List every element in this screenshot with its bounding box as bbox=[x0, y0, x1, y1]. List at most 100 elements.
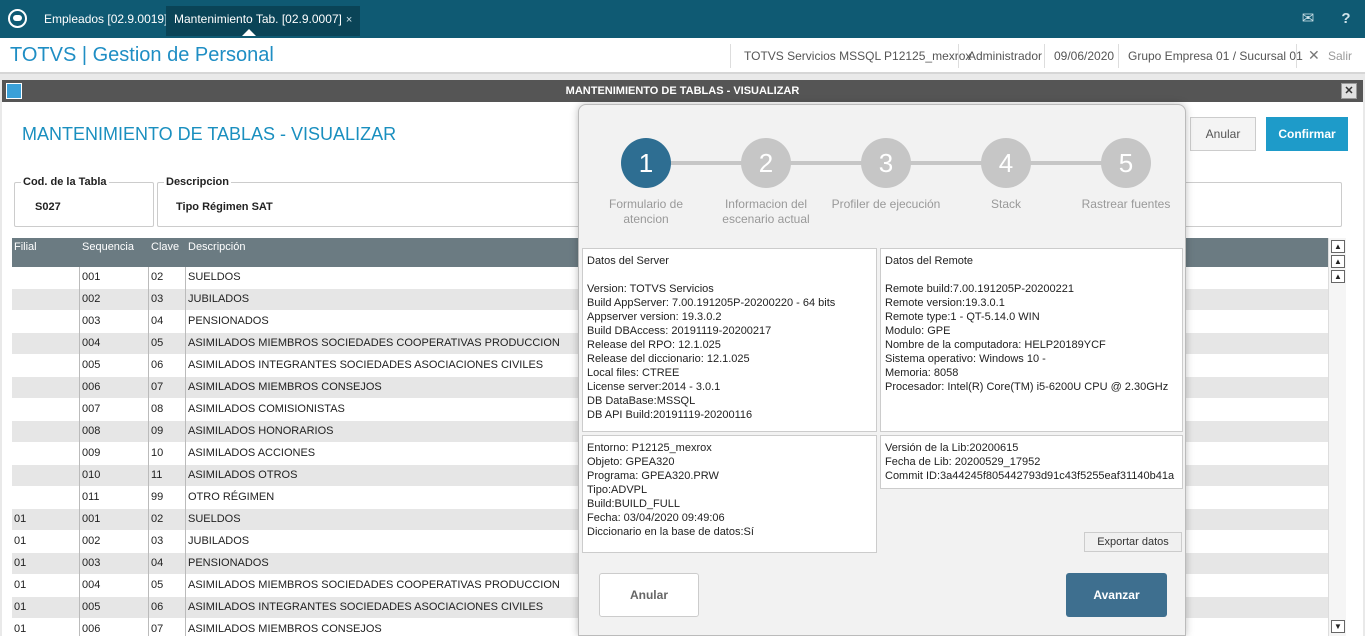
column-divider bbox=[148, 575, 149, 597]
column-divider bbox=[79, 289, 80, 311]
column-divider bbox=[185, 333, 186, 355]
column-divider bbox=[148, 311, 149, 333]
cell-clave: 11 bbox=[151, 469, 163, 481]
scroll-top-icon[interactable]: ▲ bbox=[1331, 240, 1345, 253]
step-4-circle[interactable]: 4 bbox=[981, 138, 1031, 188]
step-2-label: Informacion del escenario actual bbox=[722, 197, 810, 226]
totvs-logo-icon[interactable] bbox=[8, 9, 27, 28]
exportar-datos-button[interactable]: Exportar datos bbox=[1084, 532, 1182, 552]
column-divider bbox=[79, 597, 80, 619]
column-divider bbox=[185, 597, 186, 619]
help-icon[interactable]: ? bbox=[1336, 9, 1356, 29]
remote-info-line: Nombre de la computadora: HELP20189YCF bbox=[885, 339, 1106, 351]
cell-descripcion: ASIMILADOS MIEMBROS SOCIEDADES COOPERATI… bbox=[188, 337, 560, 349]
column-divider bbox=[79, 619, 80, 636]
cell-clave: 07 bbox=[151, 381, 164, 393]
cell-sequencia: 004 bbox=[82, 337, 101, 349]
anular-button[interactable]: Anular bbox=[1190, 117, 1256, 151]
cell-clave: 08 bbox=[151, 403, 164, 415]
step-3-circle[interactable]: 3 bbox=[861, 138, 911, 188]
remote-info-line: Modulo: GPE bbox=[885, 325, 951, 337]
window-title: MANTENIMIENTO DE TABLAS - VISUALIZAR bbox=[565, 85, 800, 97]
column-divider bbox=[79, 443, 80, 465]
column-divider bbox=[148, 619, 149, 636]
column-header-descripcion[interactable]: Descripción bbox=[188, 241, 245, 253]
cell-clave: 10 bbox=[151, 447, 164, 459]
cell-sequencia: 007 bbox=[82, 403, 101, 415]
column-header-clave[interactable]: Clave bbox=[151, 241, 179, 253]
server-info-line: Build AppServer: 7.00.191205P-20200220 -… bbox=[587, 297, 836, 309]
descripcion-label: Descripcion bbox=[164, 176, 231, 188]
server-info-line: DB API Build:20191119-20200116 bbox=[587, 409, 753, 421]
column-divider bbox=[79, 531, 80, 553]
column-divider bbox=[79, 399, 80, 421]
remote-data-title: Datos del Remote bbox=[885, 255, 974, 267]
column-divider bbox=[148, 421, 149, 443]
app-brand: TOTVS | Gestion de Personal bbox=[10, 44, 274, 66]
column-divider bbox=[79, 465, 80, 487]
lib-info-line: Fecha de Lib: 20200529_17952 bbox=[885, 456, 1041, 468]
environment-info-line: Fecha: 03/04/2020 09:49:06 bbox=[587, 512, 725, 524]
cell-descripcion: PENSIONADOS bbox=[188, 315, 269, 327]
window-title-bar: MANTENIMIENTO DE TABLAS - VISUALIZAR ✕ bbox=[2, 80, 1363, 102]
environment-panel: Entorno: P12125_mexrox Objeto: GPEA320 Pro… bbox=[582, 435, 877, 553]
environment-label: TOTVS Servicios MSSQL P12125_mexrox bbox=[744, 49, 972, 63]
cell-sequencia: 005 bbox=[82, 359, 101, 371]
cell-clave: 05 bbox=[151, 337, 164, 349]
column-header-filial[interactable]: Filial bbox=[14, 241, 37, 253]
cell-filial: 01 bbox=[14, 535, 27, 547]
remote-info-line: Remote type:1 - QT-5.14.0 WIN bbox=[885, 311, 1040, 323]
tab-label: Mantenimiento Tab. [02.9.0007] bbox=[174, 12, 342, 26]
lib-lines: Versión de la Lib:20200615 Fecha de Lib: … bbox=[885, 441, 1178, 483]
cell-sequencia: 010 bbox=[82, 469, 101, 481]
column-header-sequencia[interactable]: Sequencia bbox=[82, 241, 134, 253]
exit-link[interactable]: Salir bbox=[1328, 49, 1352, 63]
column-divider bbox=[185, 311, 186, 333]
column-divider bbox=[148, 509, 149, 531]
scroll-down-icon[interactable]: ▼ bbox=[1331, 620, 1345, 633]
cod-tabla-field[interactable]: Cod. de la Tabla S027 bbox=[14, 176, 154, 227]
tab-empleados[interactable]: Empleados [02.9.0019]× bbox=[36, 6, 186, 36]
cell-descripcion: ASIMILADOS MIEMBROS SOCIEDADES COOPERATI… bbox=[188, 579, 560, 591]
step-2-circle[interactable]: 2 bbox=[741, 138, 791, 188]
user-label: Administrador bbox=[968, 49, 1043, 63]
descripcion-value: Tipo Régimen SAT bbox=[176, 201, 273, 213]
close-icon[interactable]: × bbox=[346, 14, 352, 26]
close-window-icon[interactable]: ✕ bbox=[1341, 83, 1357, 99]
column-divider bbox=[79, 267, 80, 289]
cell-filial: 01 bbox=[14, 579, 27, 591]
column-divider bbox=[185, 553, 186, 575]
cell-clave: 04 bbox=[151, 557, 164, 569]
column-divider bbox=[148, 333, 149, 355]
cell-descripcion: ASIMILADOS INTEGRANTES SOCIEDADES ASOCIA… bbox=[188, 601, 544, 613]
cell-sequencia: 003 bbox=[82, 557, 101, 569]
table-scrollbar[interactable]: ▲ ▲ ▲ ▼ bbox=[1328, 238, 1346, 636]
step-5-circle[interactable]: 5 bbox=[1101, 138, 1151, 188]
scroll-page-up-icon[interactable]: ▲ bbox=[1331, 255, 1345, 268]
column-divider bbox=[185, 421, 186, 443]
tab-mantenimiento[interactable]: Mantenimiento Tab. [02.9.0007] × bbox=[166, 6, 361, 36]
step-1-circle[interactable]: 1 bbox=[621, 138, 671, 188]
confirmar-button[interactable]: Confirmar bbox=[1266, 117, 1348, 151]
remote-info-line: Remote build:7.00.191205P-20200221 bbox=[885, 283, 1074, 295]
cell-filial: 01 bbox=[14, 513, 27, 525]
cell-clave: 02 bbox=[151, 271, 164, 283]
mail-icon[interactable]: ✉ bbox=[1298, 9, 1318, 29]
divider bbox=[1296, 44, 1297, 68]
close-icon[interactable]: ✕ bbox=[1308, 47, 1320, 64]
server-data-panel: Datos del Server Version: TOTVS Servicio… bbox=[582, 248, 877, 432]
remote-info-line: Remote version:19.3.0.1 bbox=[885, 297, 1005, 309]
cell-sequencia: 011 bbox=[82, 491, 100, 503]
column-divider bbox=[148, 289, 149, 311]
column-divider bbox=[148, 443, 149, 465]
modal-anular-button[interactable]: Anular bbox=[599, 573, 699, 617]
cod-tabla-value: S027 bbox=[35, 201, 61, 213]
cell-clave: 02 bbox=[151, 513, 164, 525]
cell-sequencia: 006 bbox=[82, 623, 101, 635]
cell-sequencia: 001 bbox=[82, 513, 101, 525]
tab-label: Empleados [02.9.0019] bbox=[44, 12, 168, 26]
wizard-modal: 1 Formulario de atencion 2 Informacion del … bbox=[578, 104, 1186, 636]
scroll-up-icon[interactable]: ▲ bbox=[1331, 270, 1345, 283]
avanzar-button[interactable]: Avanzar bbox=[1066, 573, 1167, 617]
column-divider bbox=[185, 443, 186, 465]
